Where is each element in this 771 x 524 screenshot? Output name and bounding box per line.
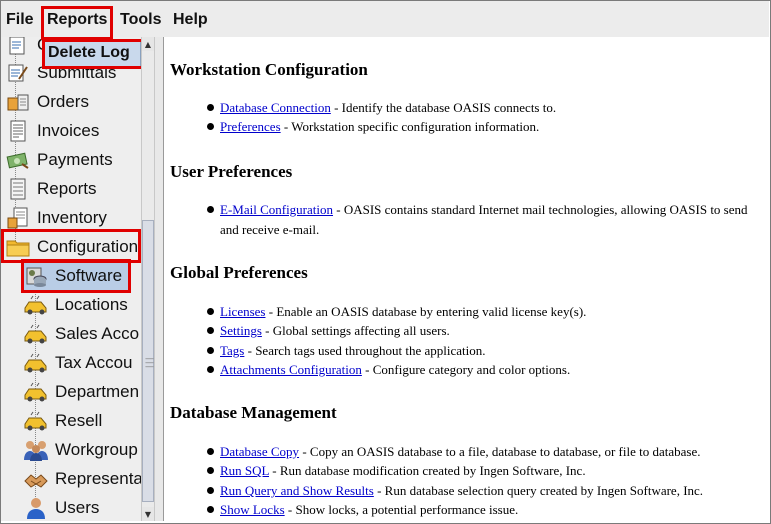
list-item: Attachments Configuration - Configure ca… (207, 360, 570, 380)
folder-icon (5, 235, 31, 259)
menu-reports[interactable]: Reports (47, 11, 107, 29)
inventory-icon (5, 206, 31, 230)
tree-item-label: Reports (37, 179, 97, 198)
link-run-sql[interactable]: Run SQL (220, 463, 269, 478)
workgroup-icon (23, 438, 49, 462)
tree-item-label: Configuration (37, 237, 139, 256)
tree-item-label: Orders (37, 92, 89, 111)
tree-item-label: Departmen (55, 382, 140, 401)
tree-item-locations[interactable]: Locations (23, 291, 128, 319)
tree-item-label: Resell (55, 411, 103, 430)
item-description: - Search tags used throughout the applic… (244, 343, 486, 358)
tree-item-departments[interactable]: Departmen (23, 378, 139, 406)
tree-item-invoices[interactable]: Invoices (5, 117, 99, 145)
link-licenses[interactable]: Licenses (220, 304, 265, 319)
software-icon (23, 264, 49, 288)
tree-item-label: Locations (55, 295, 128, 314)
help-content-pane: Workstation Configuration Database Conne… (165, 37, 769, 521)
list-item: Preferences - Workstation specific confi… (207, 117, 539, 137)
invoices-icon (5, 119, 31, 143)
representative-icon (23, 467, 49, 491)
tree-item-orders[interactable]: Orders (5, 88, 89, 116)
section-title-workstation: Workstation Configuration (170, 60, 368, 79)
tree-item-software[interactable]: Software (23, 262, 131, 290)
orders-icon (5, 90, 31, 114)
item-description: - Identify the database OASIS connects t… (330, 100, 557, 115)
tree-item-label: Users (55, 498, 100, 517)
car-icon (23, 322, 49, 346)
tree-item-users[interactable]: Users (23, 494, 99, 521)
tree-item-inventory[interactable]: Inventory (5, 204, 107, 232)
section-title-database-management: Database Management (170, 403, 337, 422)
scroll-up-arrow-icon[interactable]: ▲ (142, 37, 154, 51)
tree-item-label: Inventory (37, 208, 107, 227)
car-icon (23, 380, 49, 404)
tree-item-label: Sales Acco (55, 324, 140, 343)
list-item: Show Locks - Show locks, a potential per… (207, 500, 518, 520)
tree-item-configuration[interactable]: Configuration (5, 233, 138, 261)
tree-item-label: Software (55, 266, 123, 285)
item-description: - Show locks, a potential performance is… (284, 502, 519, 517)
item-description: - Global settings affecting all users. (261, 323, 450, 338)
tree-item-resell[interactable]: Resell (23, 407, 102, 435)
grip-icon: — — — (145, 354, 154, 372)
car-icon (23, 351, 49, 375)
reports-icon (5, 177, 31, 201)
section-title-user-preferences: User Preferences (170, 162, 293, 181)
tree-item-sales-accounts[interactable]: Sales Acco (23, 320, 139, 348)
scroll-down-arrow-icon[interactable]: ▼ (142, 507, 154, 521)
list-item: Tags - Search tags used throughout the a… (207, 341, 486, 361)
link-show-locks[interactable]: Show Locks (220, 502, 285, 517)
payments-icon (5, 148, 31, 172)
menu-item-delete-log[interactable]: Delete Log (48, 44, 130, 62)
menu-bar: File Reports Tools Help (1, 1, 769, 37)
navigation-tree: C Submittals Orders Invoices Payments Re… (1, 37, 141, 521)
scrollbar-thumb[interactable]: — — — (142, 220, 154, 502)
menu-tools[interactable]: Tools (120, 11, 161, 29)
sidebar-scrollbar[interactable]: ▲ — — — ▼ (141, 37, 155, 521)
list-item: E-Mail Configuration - OASIS contains st… (207, 200, 755, 240)
link-preferences[interactable]: Preferences (220, 119, 281, 134)
list-item: Database Copy - Copy an OASIS database t… (207, 442, 700, 462)
tree-item-tax-accounts[interactable]: Tax Accou (23, 349, 133, 377)
user-icon (23, 496, 49, 520)
reports-dropdown-menu: Delete Log (43, 40, 141, 68)
list-item: Settings - Global settings affecting all… (207, 321, 450, 341)
tree-item-label: Payments (37, 150, 113, 169)
link-attachments-configuration[interactable]: Attachments Configuration (220, 362, 362, 377)
tree-item-label: Invoices (37, 121, 100, 140)
car-icon (23, 409, 49, 433)
list-item: Database Connection - Identify the datab… (207, 98, 556, 118)
list-item: Run Query and Show Results - Run databas… (207, 481, 703, 501)
link-run-query[interactable]: Run Query and Show Results (220, 483, 374, 498)
item-description: - Run database modification created by I… (269, 463, 586, 478)
link-email-configuration[interactable]: E-Mail Configuration (220, 202, 333, 217)
list-item: Licenses - Enable an OASIS database by e… (207, 302, 586, 322)
menu-help[interactable]: Help (173, 11, 208, 29)
pane-splitter[interactable] (155, 37, 164, 521)
item-description: - Run database selection query created b… (373, 483, 704, 498)
item-description: - Copy an OASIS database to a file, data… (299, 444, 701, 459)
link-database-copy[interactable]: Database Copy (220, 444, 299, 459)
item-description: - Configure category and color options. (361, 362, 571, 377)
link-database-connection[interactable]: Database Connection (220, 100, 331, 115)
car-icon (23, 293, 49, 317)
menu-file[interactable]: File (6, 11, 34, 29)
tree-item-label: Workgroup (55, 440, 138, 459)
tree-item-label: Representa (55, 469, 141, 488)
link-settings[interactable]: Settings (220, 323, 262, 338)
link-tags[interactable]: Tags (220, 343, 244, 358)
section-title-global-preferences: Global Preferences (170, 263, 308, 282)
submittals-icon (5, 37, 31, 57)
tree-item-payments[interactable]: Payments (5, 146, 113, 174)
list-item: Run SQL - Run database modification crea… (207, 461, 586, 481)
item-description: - Enable an OASIS database by entering v… (265, 304, 587, 319)
tree-item-representatives[interactable]: Representa (23, 465, 141, 493)
submittals-icon (5, 61, 31, 85)
tree-item-reports[interactable]: Reports (5, 175, 97, 203)
item-description: - Workstation specific configuration inf… (280, 119, 540, 134)
tree-item-workgroups[interactable]: Workgroup (23, 436, 138, 464)
tree-item-label: Tax Accou (55, 353, 133, 372)
